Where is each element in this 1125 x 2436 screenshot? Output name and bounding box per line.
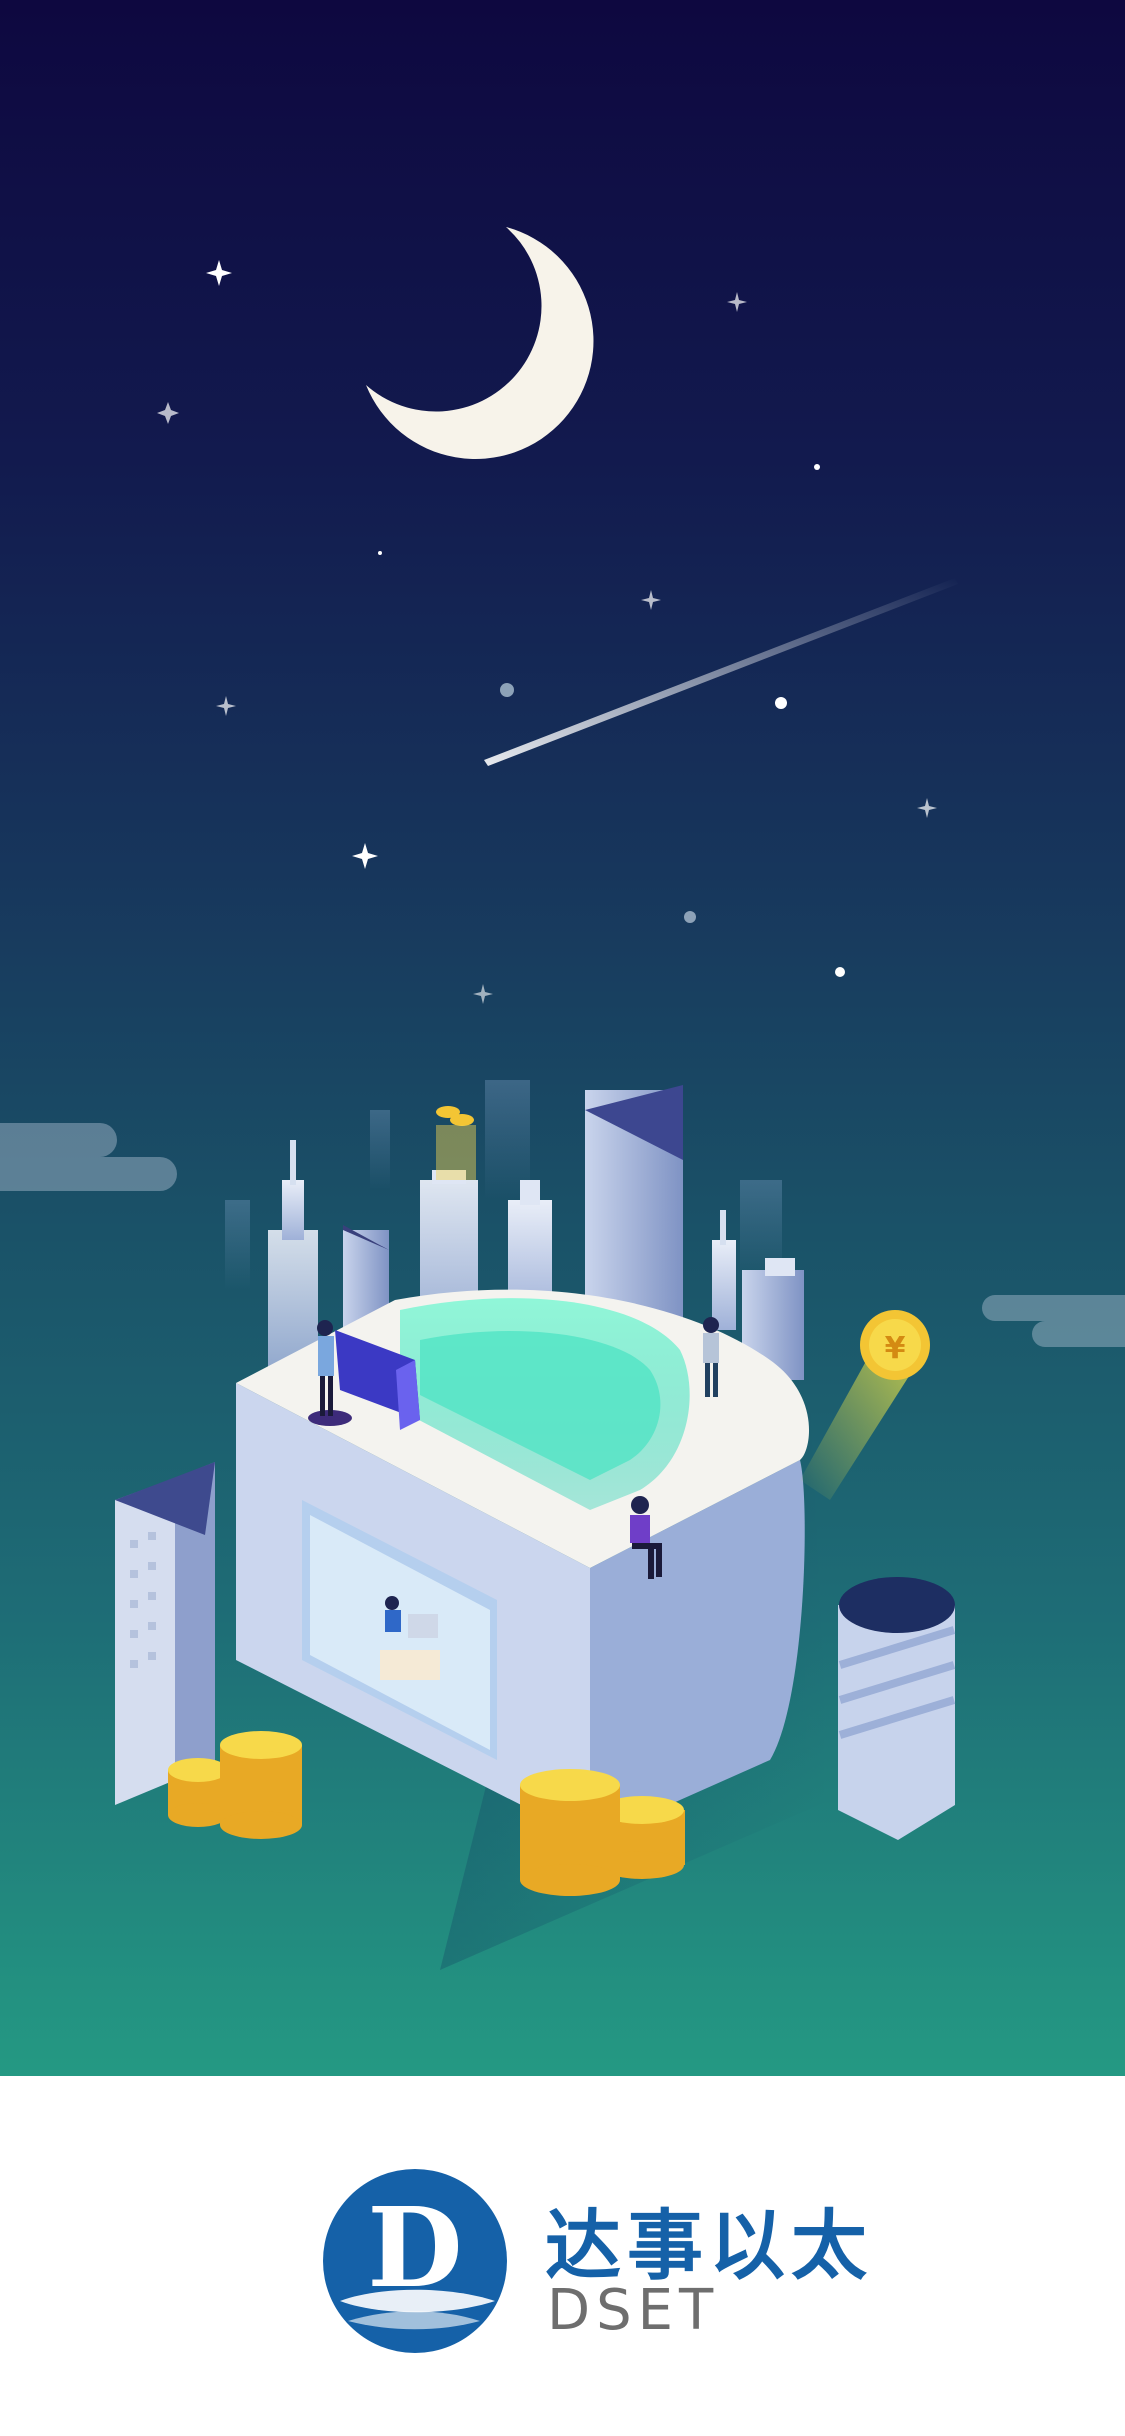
brand-logo: D [320, 2166, 510, 2356]
star-icon [917, 798, 937, 818]
splash-illustration: ¥ [0, 0, 1125, 2076]
star-icon [206, 260, 232, 286]
logo-letter: D [367, 2183, 462, 2312]
flying-yuan-coin: ¥ [800, 1310, 930, 1500]
star-icon [216, 696, 236, 716]
star-icon [157, 402, 179, 424]
star-icon [727, 292, 747, 312]
moon-icon [366, 227, 594, 459]
right-tower [838, 1577, 956, 1840]
left-tower [115, 1462, 215, 1805]
star-icon [352, 843, 378, 869]
star-icon [641, 590, 661, 610]
brand-name-english: DSET [547, 2278, 720, 2343]
night-city-scene: ¥ [0, 227, 1125, 1970]
star-icon [473, 984, 493, 1004]
coin-symbol: ¥ [885, 1331, 906, 1366]
shooting-star [484, 578, 958, 766]
brand-logo-icon: D [323, 2169, 507, 2353]
brand-footer: D 达事以太 DSET [0, 2076, 1125, 2436]
